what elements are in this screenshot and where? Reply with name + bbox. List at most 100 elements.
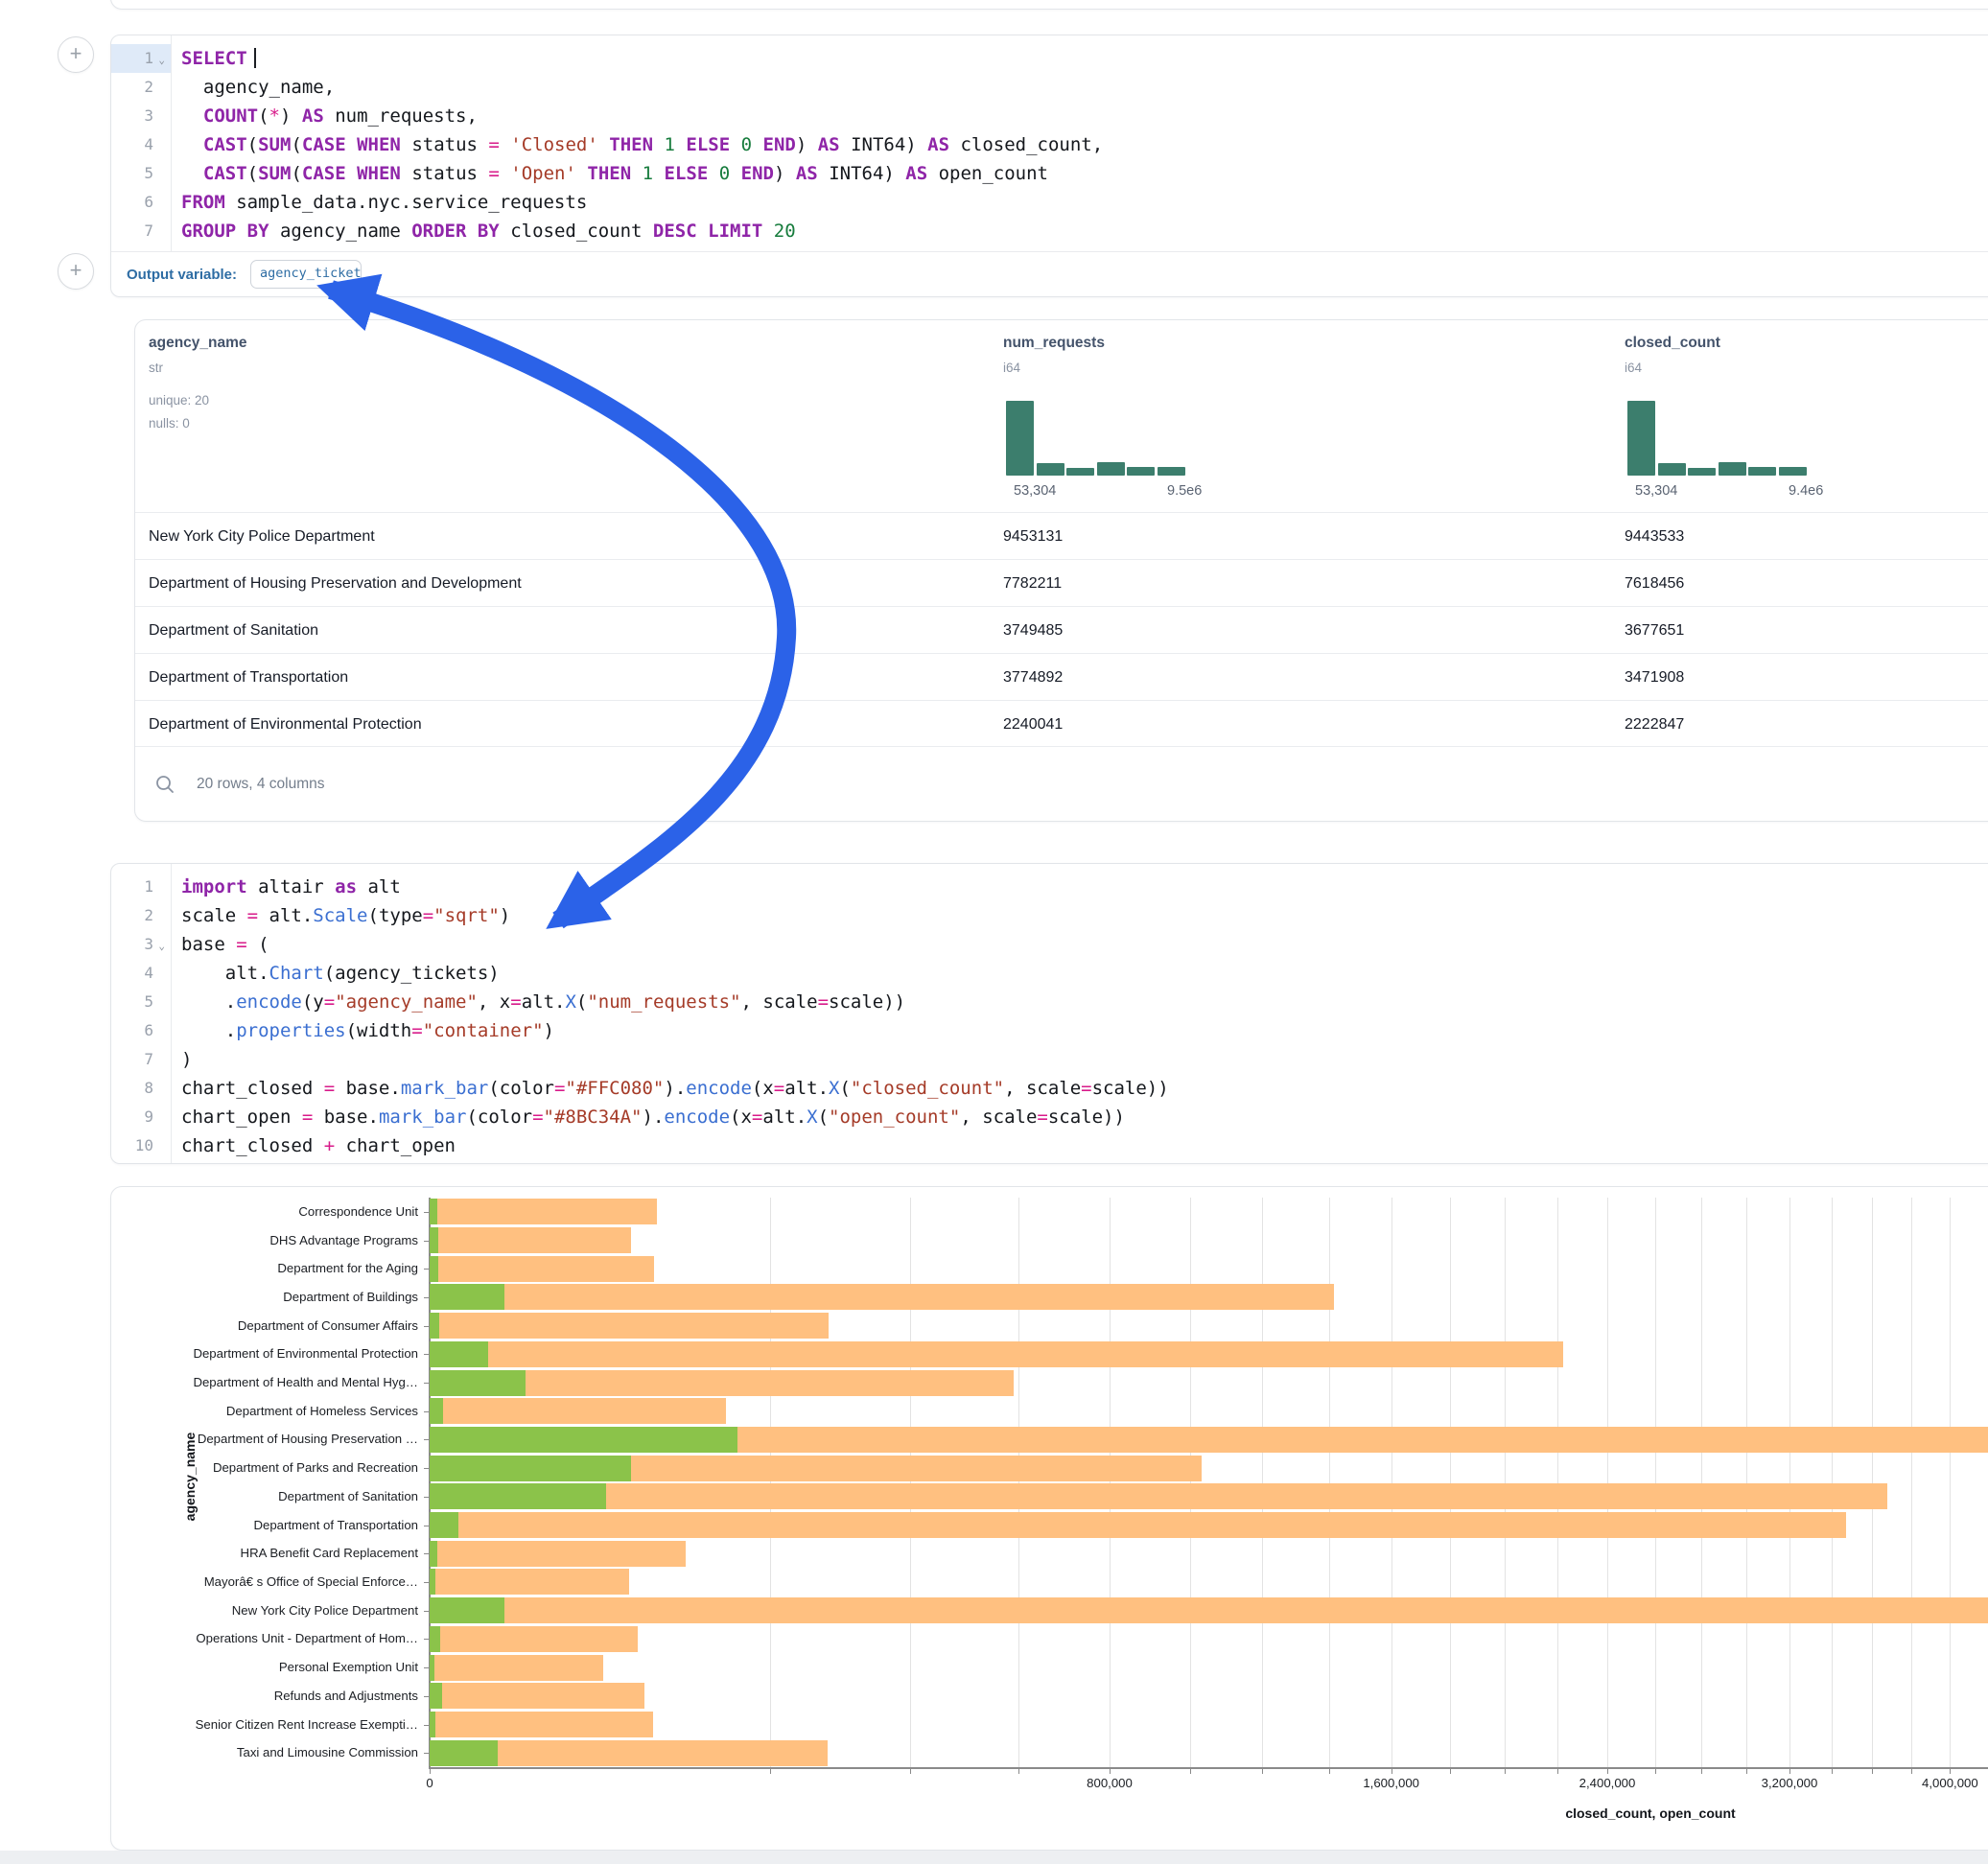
histogram-bar bbox=[1066, 468, 1094, 476]
y-axis-label: Correspondence Unit bbox=[111, 1204, 418, 1219]
y-tick bbox=[424, 1753, 430, 1754]
line-number: 3 bbox=[111, 102, 171, 130]
table-row[interactable]: Department of Housing Preservation and D… bbox=[135, 559, 1988, 607]
collapse-chevron-icon[interactable]: ⌄ bbox=[155, 46, 165, 75]
table-row[interactable]: Department of Environmental Protection22… bbox=[135, 700, 1988, 748]
x-tick bbox=[1701, 1768, 1702, 1774]
y-tick bbox=[424, 1667, 430, 1668]
code-line[interactable]: FROM sample_data.nyc.service_requests bbox=[181, 188, 1988, 217]
gridline bbox=[1190, 1198, 1191, 1767]
code-line[interactable]: CAST(SUM(CASE WHEN status = 'Closed' THE… bbox=[181, 130, 1988, 159]
output-variable-label: Output variable: bbox=[127, 267, 237, 283]
code-line[interactable]: GROUP BY agency_name ORDER BY closed_cou… bbox=[181, 217, 1988, 245]
collapse-chevron-icon[interactable]: ⌄ bbox=[155, 932, 165, 961]
bar-open_count bbox=[430, 1199, 437, 1224]
code-line[interactable]: agency_name, bbox=[181, 73, 1988, 102]
code-line[interactable]: COUNT(*) AS num_requests, bbox=[181, 102, 1988, 130]
bar-open_count bbox=[430, 1284, 504, 1310]
line-number: 8 bbox=[111, 1074, 171, 1103]
bar-open_count bbox=[430, 1626, 440, 1652]
x-tick bbox=[1789, 1768, 1790, 1774]
bar-open_count bbox=[430, 1683, 442, 1709]
histogram-min-label: 53,304 bbox=[1635, 483, 1677, 499]
y-tick bbox=[424, 1383, 430, 1384]
y-axis-label: Department of Homeless Services bbox=[111, 1404, 418, 1418]
table-cell: Department of Transportation bbox=[149, 654, 348, 701]
code-line[interactable]: chart_open = base.mark_bar(color="#8BC34… bbox=[181, 1103, 1988, 1131]
y-tick bbox=[424, 1212, 430, 1213]
histogram-bar bbox=[1779, 467, 1807, 476]
bar-open_count bbox=[430, 1655, 434, 1681]
table-cell: 7782211 bbox=[1003, 560, 1062, 607]
histogram-bar bbox=[1658, 463, 1686, 476]
bar-open_count bbox=[430, 1512, 458, 1538]
code-line[interactable]: chart_closed = base.mark_bar(color="#FFC… bbox=[181, 1074, 1988, 1103]
x-tick bbox=[1190, 1768, 1191, 1774]
previous-cell-edge bbox=[110, 0, 1988, 10]
code-line[interactable]: ) bbox=[181, 1045, 1988, 1074]
y-tick bbox=[424, 1639, 430, 1640]
code-line[interactable]: base = ( bbox=[181, 930, 1988, 959]
x-tick bbox=[1832, 1768, 1833, 1774]
column-stat-unique: unique: 20 bbox=[149, 393, 209, 408]
y-axis-label: Mayorâ€ s Office of Special Enforce… bbox=[111, 1574, 418, 1589]
sql-editor[interactable]: 1⌄234567 SELECT agency_name, COUNT(*) AS… bbox=[111, 35, 1988, 252]
code-line[interactable]: .properties(width="container") bbox=[181, 1016, 1988, 1045]
line-number: 7 bbox=[111, 1045, 171, 1074]
table-cell: 9443533 bbox=[1625, 513, 1684, 560]
bar-closed_count bbox=[430, 1256, 654, 1282]
add-cell-button-output[interactable]: + bbox=[58, 253, 94, 290]
line-number: 2 bbox=[111, 901, 171, 930]
search-icon[interactable] bbox=[154, 774, 175, 795]
bar-closed_count bbox=[430, 1483, 1887, 1509]
column-stat-nulls: nulls: 0 bbox=[149, 416, 190, 431]
code-line[interactable]: .encode(y="agency_name", x=alt.X("num_re… bbox=[181, 988, 1988, 1016]
chart-plot-area bbox=[430, 1198, 1988, 1767]
output-variable-pill[interactable]: agency_tickets bbox=[250, 260, 362, 289]
bar-closed_count bbox=[430, 1227, 631, 1253]
line-number: 5 bbox=[111, 159, 171, 188]
code-line[interactable]: scale = alt.Scale(type="sqrt") bbox=[181, 901, 1988, 930]
histogram-closed-count bbox=[1627, 401, 1819, 476]
gridline bbox=[1746, 1198, 1747, 1767]
gridline bbox=[1110, 1198, 1111, 1767]
bar-open_count bbox=[430, 1569, 435, 1595]
y-axis-label: Personal Exemption Unit bbox=[111, 1660, 418, 1674]
result-table-card: agency_name str unique: 20 nulls: 0 num_… bbox=[134, 319, 1988, 822]
x-axis-label: 3,200,000 bbox=[1713, 1776, 1866, 1790]
gridline bbox=[1262, 1198, 1263, 1767]
gridline bbox=[1701, 1198, 1702, 1767]
python-editor[interactable]: 123⌄45678910 import altair as altscale =… bbox=[111, 864, 1988, 1163]
y-axis-label: Refunds and Adjustments bbox=[111, 1689, 418, 1703]
add-cell-button-top[interactable]: + bbox=[58, 36, 94, 73]
histogram-bar bbox=[1158, 467, 1185, 476]
python-code[interactable]: import altair as altscale = alt.Scale(ty… bbox=[172, 864, 1988, 1163]
code-line[interactable]: chart_closed + chart_open bbox=[181, 1131, 1988, 1160]
table-row[interactable]: Department of Sanitation37494853677651 bbox=[135, 606, 1988, 654]
histogram-num-requests bbox=[1006, 401, 1198, 476]
y-axis-label: Department of Environmental Protection bbox=[111, 1346, 418, 1361]
table-row[interactable]: New York City Police Department945313194… bbox=[135, 512, 1988, 560]
x-axis-line bbox=[429, 1767, 1988, 1769]
x-axis-label: 0 bbox=[353, 1776, 506, 1790]
table-row[interactable]: Department of Transportation377489234719… bbox=[135, 653, 1988, 701]
y-axis-label: Department of Parks and Recreation bbox=[111, 1460, 418, 1475]
line-number: 5 bbox=[111, 988, 171, 1016]
code-line[interactable]: CAST(SUM(CASE WHEN status = 'Open' THEN … bbox=[181, 159, 1988, 188]
bar-closed_count bbox=[430, 1284, 1334, 1310]
y-tick bbox=[424, 1326, 430, 1327]
gridline bbox=[1329, 1198, 1330, 1767]
y-axis-label: Department of Transportation bbox=[111, 1518, 418, 1532]
x-tick bbox=[1557, 1768, 1558, 1774]
code-line[interactable]: import altair as alt bbox=[181, 873, 1988, 901]
code-line[interactable]: alt.Chart(agency_tickets) bbox=[181, 959, 1988, 988]
y-tick bbox=[424, 1497, 430, 1498]
bar-open_count bbox=[430, 1456, 631, 1481]
y-axis-label: Department of Sanitation bbox=[111, 1489, 418, 1503]
x-axis-label: 4,000,000 bbox=[1873, 1776, 1988, 1790]
sql-code[interactable]: SELECT agency_name, COUNT(*) AS num_requ… bbox=[172, 35, 1988, 252]
histogram-max-label: 9.5e6 bbox=[1167, 483, 1202, 499]
code-line[interactable]: SELECT bbox=[181, 44, 1988, 73]
y-axis-label: Taxi and Limousine Commission bbox=[111, 1745, 418, 1759]
x-tick bbox=[1262, 1768, 1263, 1774]
